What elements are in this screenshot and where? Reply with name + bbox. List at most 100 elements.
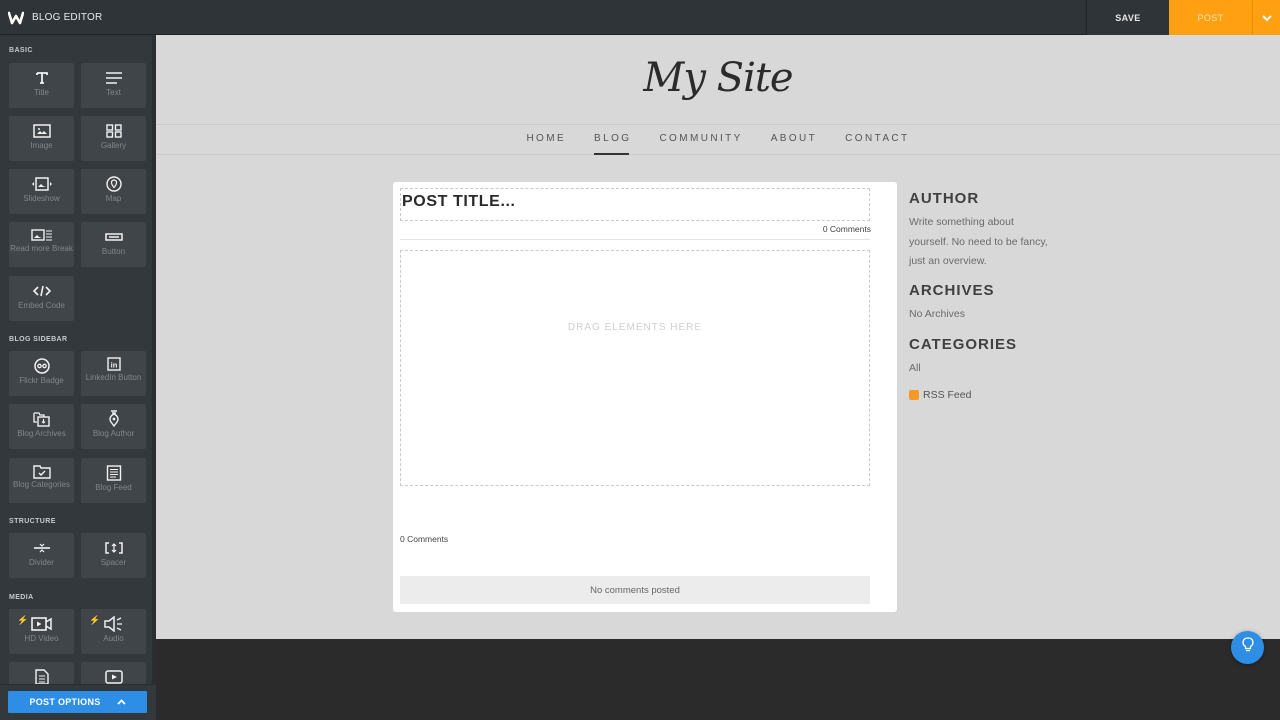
- categories-folder-icon: [33, 463, 51, 479]
- element-label: Spacer: [101, 558, 126, 567]
- no-comments-message: No comments posted: [400, 576, 870, 604]
- map-pin-icon: [106, 176, 122, 192]
- element-label: Text: [106, 88, 121, 97]
- blog-post-card: POST TITLE... 0 Comments DRAG ELEMENTS H…: [393, 182, 897, 612]
- chevron-up-icon: [117, 697, 126, 707]
- element-hd-video[interactable]: ⚡ HD Video: [9, 609, 74, 654]
- element-label: Embed Code: [18, 301, 65, 310]
- flickr-icon: [34, 358, 50, 374]
- divider-icon: [33, 540, 51, 556]
- image-icon: [33, 123, 51, 139]
- nav-item-about[interactable]: ABOUT: [757, 125, 831, 154]
- rss-label: RSS Feed: [923, 389, 971, 401]
- post-options-button[interactable]: POST OPTIONS: [8, 691, 147, 713]
- section-label-media: MEDIA: [9, 594, 34, 601]
- category-all-link[interactable]: All: [909, 359, 1049, 379]
- element-button[interactable]: Button: [81, 222, 146, 267]
- drop-zone[interactable]: DRAG ELEMENTS HERE: [400, 250, 870, 486]
- element-blog-feed[interactable]: Blog Feed: [81, 458, 146, 503]
- element-label: Read more Break: [10, 244, 73, 253]
- text-lines-icon: [105, 70, 123, 86]
- element-gallery[interactable]: Gallery: [81, 116, 146, 161]
- nav-item-home[interactable]: HOME: [512, 125, 580, 154]
- archives-text: No Archives: [909, 305, 1049, 325]
- svg-text:in: in: [110, 361, 117, 370]
- element-label: Title: [34, 88, 49, 97]
- help-button[interactable]: [1231, 631, 1264, 664]
- element-label: Slideshow: [23, 194, 59, 203]
- element-linkedin-button[interactable]: in LinkedIn Button: [81, 351, 146, 396]
- element-slideshow[interactable]: Slideshow: [9, 169, 74, 214]
- element-spacer[interactable]: Spacer: [81, 533, 146, 578]
- post-button[interactable]: POST: [1169, 0, 1252, 35]
- categories-heading: CATEGORIES: [909, 336, 1049, 353]
- save-button[interactable]: SAVE: [1086, 0, 1169, 35]
- code-icon: [33, 283, 51, 299]
- comments-count-top[interactable]: 0 Comments: [823, 224, 871, 234]
- rss-feed-link[interactable]: RSS Feed: [909, 389, 1049, 401]
- blog-sidebar: AUTHOR Write something about yourself. N…: [909, 190, 1049, 401]
- post-divider: [400, 239, 870, 240]
- chevron-down-icon: [1262, 9, 1272, 27]
- video-camera-icon: [31, 616, 53, 632]
- drop-zone-text: DRAG ELEMENTS HERE: [568, 322, 702, 333]
- element-blog-categories[interactable]: Blog Categories: [9, 458, 74, 503]
- element-divider[interactable]: Divider: [9, 533, 74, 578]
- element-label: Audio: [103, 634, 123, 643]
- element-label: Blog Feed: [95, 483, 131, 492]
- nav-item-community[interactable]: COMMUNITY: [645, 125, 756, 154]
- element-label: Image: [30, 141, 52, 150]
- element-label: HD Video: [24, 634, 58, 643]
- site-nav: HOME BLOG COMMUNITY ABOUT CONTACT: [156, 124, 1280, 155]
- element-label: Map: [106, 194, 122, 203]
- archives-icon: [33, 411, 51, 427]
- nav-item-contact[interactable]: CONTACT: [831, 125, 923, 154]
- element-label: Blog Archives: [17, 429, 65, 438]
- element-label: Gallery: [101, 141, 126, 150]
- post-title-field[interactable]: POST TITLE...: [400, 188, 870, 221]
- document-icon: [35, 669, 49, 685]
- site-title[interactable]: My Site: [156, 55, 1280, 101]
- element-label: Blog Author: [93, 429, 134, 438]
- post-dropdown-button[interactable]: [1252, 0, 1280, 35]
- app-title: BLOG EDITOR: [32, 12, 102, 23]
- element-embed-code[interactable]: Embed Code: [9, 276, 74, 321]
- site-canvas: My Site HOME BLOG COMMUNITY ABOUT CONTAC…: [156, 35, 1280, 639]
- read-more-icon: [31, 227, 53, 243]
- brand: BLOG EDITOR: [8, 0, 102, 35]
- element-audio[interactable]: ⚡ Audio: [81, 609, 146, 654]
- linkedin-icon: in: [107, 356, 121, 372]
- section-label-blog-sidebar: BLOG SIDEBAR: [9, 336, 67, 343]
- top-bar: BLOG EDITOR SAVE POST: [0, 0, 1280, 35]
- element-blog-archives[interactable]: Blog Archives: [9, 404, 74, 449]
- elements-sidebar: BASIC Title Text Image Gallery Slideshow…: [0, 35, 156, 720]
- youtube-play-icon: [105, 669, 123, 685]
- element-label: Divider: [29, 558, 54, 567]
- element-title[interactable]: Title: [9, 63, 74, 108]
- author-text[interactable]: Write something about yourself. No need …: [909, 213, 1049, 272]
- element-blog-author[interactable]: Blog Author: [81, 404, 146, 449]
- element-map[interactable]: Map: [81, 169, 146, 214]
- post-title: POST TITLE...: [402, 193, 516, 211]
- section-label-structure: STRUCTURE: [9, 518, 56, 525]
- element-label: Button: [102, 247, 125, 256]
- slideshow-icon: [30, 176, 54, 192]
- lightbulb-icon: [1242, 637, 1254, 658]
- author-pen-icon: [107, 411, 121, 427]
- element-text[interactable]: Text: [81, 63, 146, 108]
- speaker-icon: [104, 616, 124, 632]
- nav-item-blog[interactable]: BLOG: [580, 125, 645, 154]
- spacer-icon: [105, 540, 123, 556]
- comments-count-bottom[interactable]: 0 Comments: [400, 534, 448, 544]
- author-heading: AUTHOR: [909, 190, 1049, 207]
- title-icon: [35, 70, 49, 86]
- feed-doc-icon: [106, 465, 122, 481]
- archives-heading: ARCHIVES: [909, 282, 1049, 299]
- element-label: Blog Categories: [13, 480, 70, 489]
- gallery-grid-icon: [106, 123, 122, 139]
- element-image[interactable]: Image: [9, 116, 74, 161]
- element-flickr-badge[interactable]: Flickr Badge: [9, 351, 74, 396]
- premium-bolt-icon: ⚡: [17, 615, 28, 626]
- post-options-label: POST OPTIONS: [29, 697, 100, 707]
- element-read-more-break[interactable]: Read more Break: [9, 222, 74, 267]
